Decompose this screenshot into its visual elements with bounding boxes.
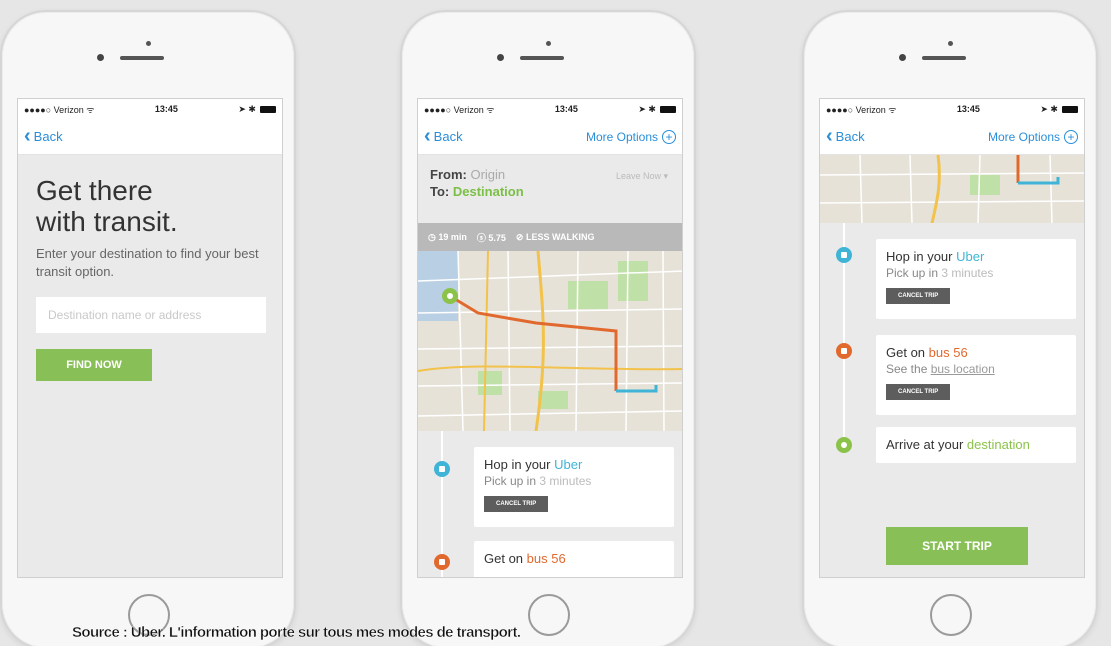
route-map[interactable]	[418, 251, 682, 431]
speaker-grille	[520, 56, 564, 60]
destination-field[interactable]: Destination	[453, 184, 524, 199]
battery-icon	[259, 105, 276, 113]
trip-cost: ⓢ 5.75	[476, 232, 506, 243]
map-svg	[418, 251, 682, 431]
uber-step-icon	[836, 247, 852, 263]
location-icon: ➤ ✱	[238, 103, 256, 114]
clock: 13:45	[554, 104, 578, 114]
destination-input[interactable]	[36, 297, 266, 333]
phone-3: ●●●●○ Verizon ᯤ 13:45 ➤ ✱ ‹ Back More Opt…	[802, 10, 1098, 646]
status-bar: ●●●●○ Verizon ᯤ 13:45 ➤ ✱	[18, 99, 282, 119]
destination-step-card: Arrive at your destination	[876, 427, 1076, 463]
trip-mode: ⊘ LESS WALKING	[515, 231, 595, 242]
nav-bar: ‹ Back	[18, 119, 282, 155]
carrier-label: ●●●●○ Verizon ᯤ	[424, 104, 495, 115]
steps-timeline: Hop in your Uber Pick up in 3 minutes CA…	[418, 431, 682, 577]
plus-icon: +	[662, 129, 676, 144]
screen: ●●●●○ Verizon ᯤ 13:45 ➤ ✱ ‹ Back More Opt…	[819, 98, 1085, 578]
front-camera	[948, 41, 953, 46]
route-map[interactable]	[820, 155, 1084, 223]
nav-bar: ‹ Back More Options +	[418, 119, 682, 155]
home-button[interactable]	[528, 594, 570, 636]
home-button[interactable]	[930, 594, 972, 636]
from-to-panel: From: Origin To: Destination Leave Now ▾	[418, 155, 682, 223]
cancel-trip-button[interactable]: CANCEL TRIP	[484, 496, 549, 512]
front-camera	[146, 41, 151, 46]
location-icon: ➤ ✱	[638, 103, 656, 114]
leave-now-dropdown[interactable]: Leave Now ▾	[616, 171, 668, 182]
speaker-grille	[922, 56, 966, 60]
clock: 13:45	[956, 104, 980, 114]
bus-step-card: Get on bus 56	[474, 541, 674, 577]
speaker-grille	[120, 56, 164, 60]
front-camera	[546, 41, 551, 46]
find-now-button[interactable]: FIND NOW	[36, 349, 152, 381]
bus-step-card: Get on bus 56 See the bus location CANCE…	[876, 335, 1076, 415]
subtitle: Enter your destination to find your best…	[36, 246, 259, 279]
camera-dot	[97, 54, 104, 61]
chevron-left-icon: ‹	[826, 125, 833, 147]
plus-icon: +	[1064, 129, 1078, 144]
camera-dot	[497, 54, 504, 61]
location-icon: ➤ ✱	[1040, 103, 1058, 114]
uber-step-icon	[434, 461, 450, 477]
cancel-trip-button[interactable]: CANCEL TRIP	[886, 384, 951, 400]
nav-bar: ‹ Back More Options +	[820, 119, 1084, 155]
map-svg	[820, 155, 1084, 223]
page-title: Get there with transit.	[36, 175, 178, 237]
origin-field[interactable]: Origin	[470, 167, 505, 182]
battery-icon	[659, 105, 676, 113]
carrier-label: ●●●●○ Verizon ᯤ	[826, 104, 897, 115]
phone-1: ●●●●○ Verizon ᯤ 13:45 ➤ ✱ ‹ Back Get ther…	[0, 10, 296, 646]
more-options-button[interactable]: More Options +	[586, 129, 676, 144]
chevron-left-icon: ‹	[424, 125, 431, 147]
cancel-trip-button[interactable]: CANCEL TRIP	[886, 288, 951, 304]
uber-step-card: Hop in your Uber Pick up in 3 minutes CA…	[474, 447, 674, 527]
bus-location-link[interactable]: bus location	[931, 362, 995, 376]
start-trip-button[interactable]: START TRIP	[886, 527, 1028, 565]
trip-summary-bar: ◷ 19 min ⓢ 5.75 ⊘ LESS WALKING	[418, 223, 682, 251]
back-button[interactable]: ‹ Back	[424, 125, 463, 147]
status-bar: ●●●●○ Verizon ᯤ 13:45 ➤ ✱	[418, 99, 682, 119]
camera-dot	[899, 54, 906, 61]
screen: ●●●●○ Verizon ᯤ 13:45 ➤ ✱ ‹ Back More Opt…	[417, 98, 683, 578]
back-button[interactable]: ‹ Back	[826, 125, 865, 147]
phone-2: ●●●●○ Verizon ᯤ 13:45 ➤ ✱ ‹ Back More Opt…	[400, 10, 696, 646]
uber-step-card: Hop in your Uber Pick up in 3 minutes CA…	[876, 239, 1076, 319]
clock: 13:45	[154, 104, 178, 114]
status-bar: ●●●●○ Verizon ᯤ 13:45 ➤ ✱	[820, 99, 1084, 119]
destination-step-icon	[836, 437, 852, 453]
screen: ●●●●○ Verizon ᯤ 13:45 ➤ ✱ ‹ Back Get ther…	[17, 98, 283, 578]
hero-section: Get there with transit. Enter your destin…	[18, 155, 282, 381]
trip-duration: ◷ 19 min	[428, 231, 467, 242]
steps-timeline: Hop in your Uber Pick up in 3 minutes CA…	[820, 223, 1084, 577]
battery-icon	[1061, 105, 1078, 113]
chevron-left-icon: ‹	[24, 125, 31, 147]
carrier-label: ●●●●○ Verizon ᯤ	[24, 104, 95, 115]
more-options-button[interactable]: More Options +	[988, 129, 1078, 144]
source-caption: Source : Uber. L'information porte sur t…	[72, 624, 521, 641]
back-button[interactable]: ‹ Back	[24, 125, 63, 147]
bus-step-icon	[836, 343, 852, 359]
bus-step-icon	[434, 554, 450, 570]
